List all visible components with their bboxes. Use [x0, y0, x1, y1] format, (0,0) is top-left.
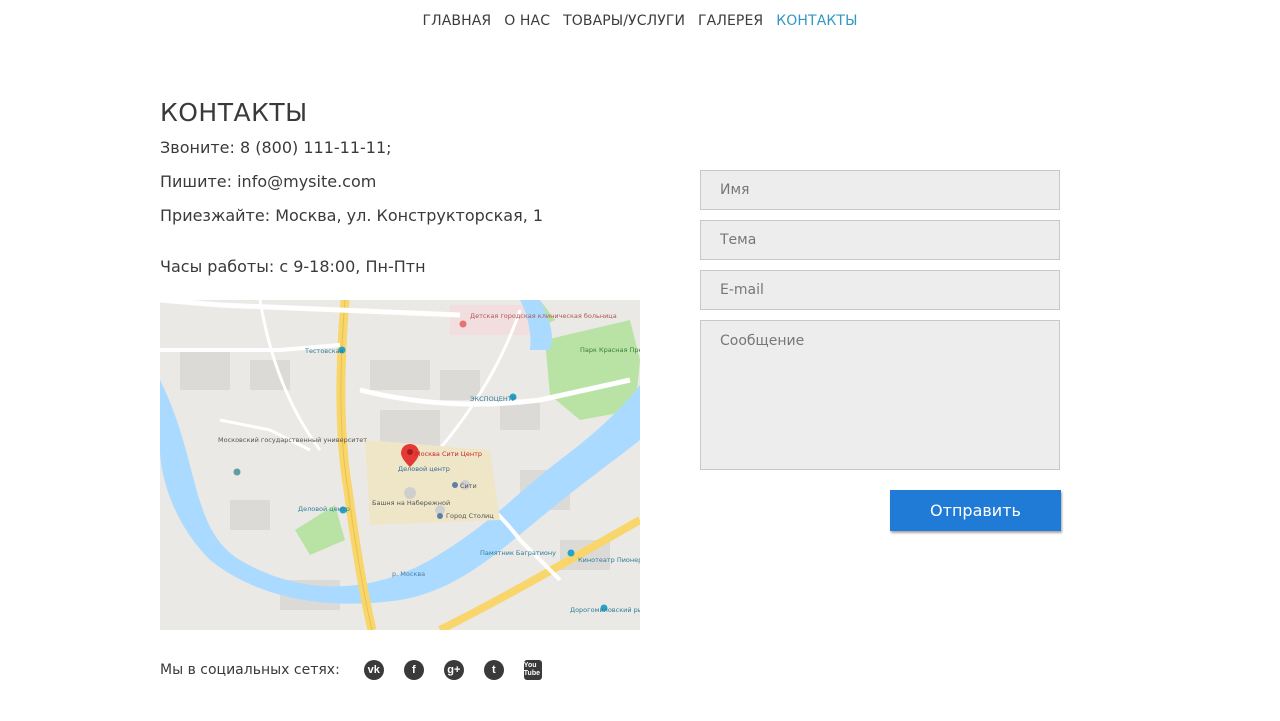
- nav-item-products[interactable]: ТОВАРЫ/УСЛУГИ: [563, 13, 685, 29]
- twitter-icon[interactable]: t: [483, 660, 504, 680]
- email-text: Пишите: info@mysite.com: [160, 172, 377, 191]
- subject-input[interactable]: [700, 220, 1060, 260]
- map-label-testovskaya: Тестовская: [304, 347, 344, 355]
- map-label-marker: Москва Сити Центр: [415, 450, 482, 458]
- map-label-gorod: Город Столиц: [446, 512, 494, 520]
- top-nav: ГЛАВНАЯ О НАС ТОВАРЫ/УСЛУГИ ГАЛЕРЕЯ КОНТ…: [0, 0, 1280, 42]
- email-input[interactable]: [700, 270, 1060, 310]
- address-text: Приезжайте: Москва, ул. Конструкторская,…: [160, 206, 544, 225]
- nav-item-contacts[interactable]: КОНТАКТЫ: [776, 13, 857, 29]
- social-label: Мы в социальных сетях:: [160, 662, 340, 678]
- map-label-bagration: Памятник Багратиону: [480, 549, 556, 557]
- youtube-icon[interactable]: You Tube: [523, 660, 542, 680]
- map-label-park: Парк Красная Пресня: [580, 346, 640, 354]
- map-label-market: Дорогомиловский рынок: [570, 606, 640, 614]
- working-hours-text: Часы работы: с 9-18:00, Пн-Птн: [160, 257, 426, 276]
- location-map[interactable]: Москва Сити Центр Деловой центр Сити Баш…: [160, 300, 640, 630]
- submit-button[interactable]: Отправить: [890, 490, 1061, 531]
- social-links: Мы в социальных сетях: vk f g+ t You Tub…: [160, 658, 562, 682]
- map-label-pioneer: Кинотеатр Пионер: [578, 556, 640, 564]
- map-label-river: р. Москва: [392, 570, 425, 578]
- name-input[interactable]: [700, 170, 1060, 210]
- vk-icon[interactable]: vk: [363, 660, 384, 680]
- nav-item-about[interactable]: О НАС: [504, 13, 550, 29]
- map-label-city: Сити: [460, 482, 477, 490]
- facebook-icon[interactable]: f: [403, 660, 424, 680]
- map-label-delovoy-station: Деловой центр: [298, 505, 350, 513]
- nav-item-home[interactable]: ГЛАВНАЯ: [422, 13, 491, 29]
- map-label-expocentre: ЭКСПОЦЕНТР: [470, 395, 516, 403]
- map-label-hospital: Детская городская клиническая больница: [470, 312, 617, 320]
- map-label-business-center: Деловой центр: [398, 465, 450, 473]
- nav-item-gallery[interactable]: ГАЛЕРЕЯ: [698, 13, 763, 29]
- map-label-university: Московский государственный университет: [218, 436, 367, 444]
- message-textarea[interactable]: [700, 320, 1060, 470]
- map-label-tower: Башня на Набережной: [372, 499, 450, 507]
- phone-text: Звоните: 8 (800) 111-11-11;: [160, 138, 392, 157]
- page-title: КОНТАКТЫ: [160, 98, 308, 127]
- google-plus-icon[interactable]: g+: [443, 660, 464, 680]
